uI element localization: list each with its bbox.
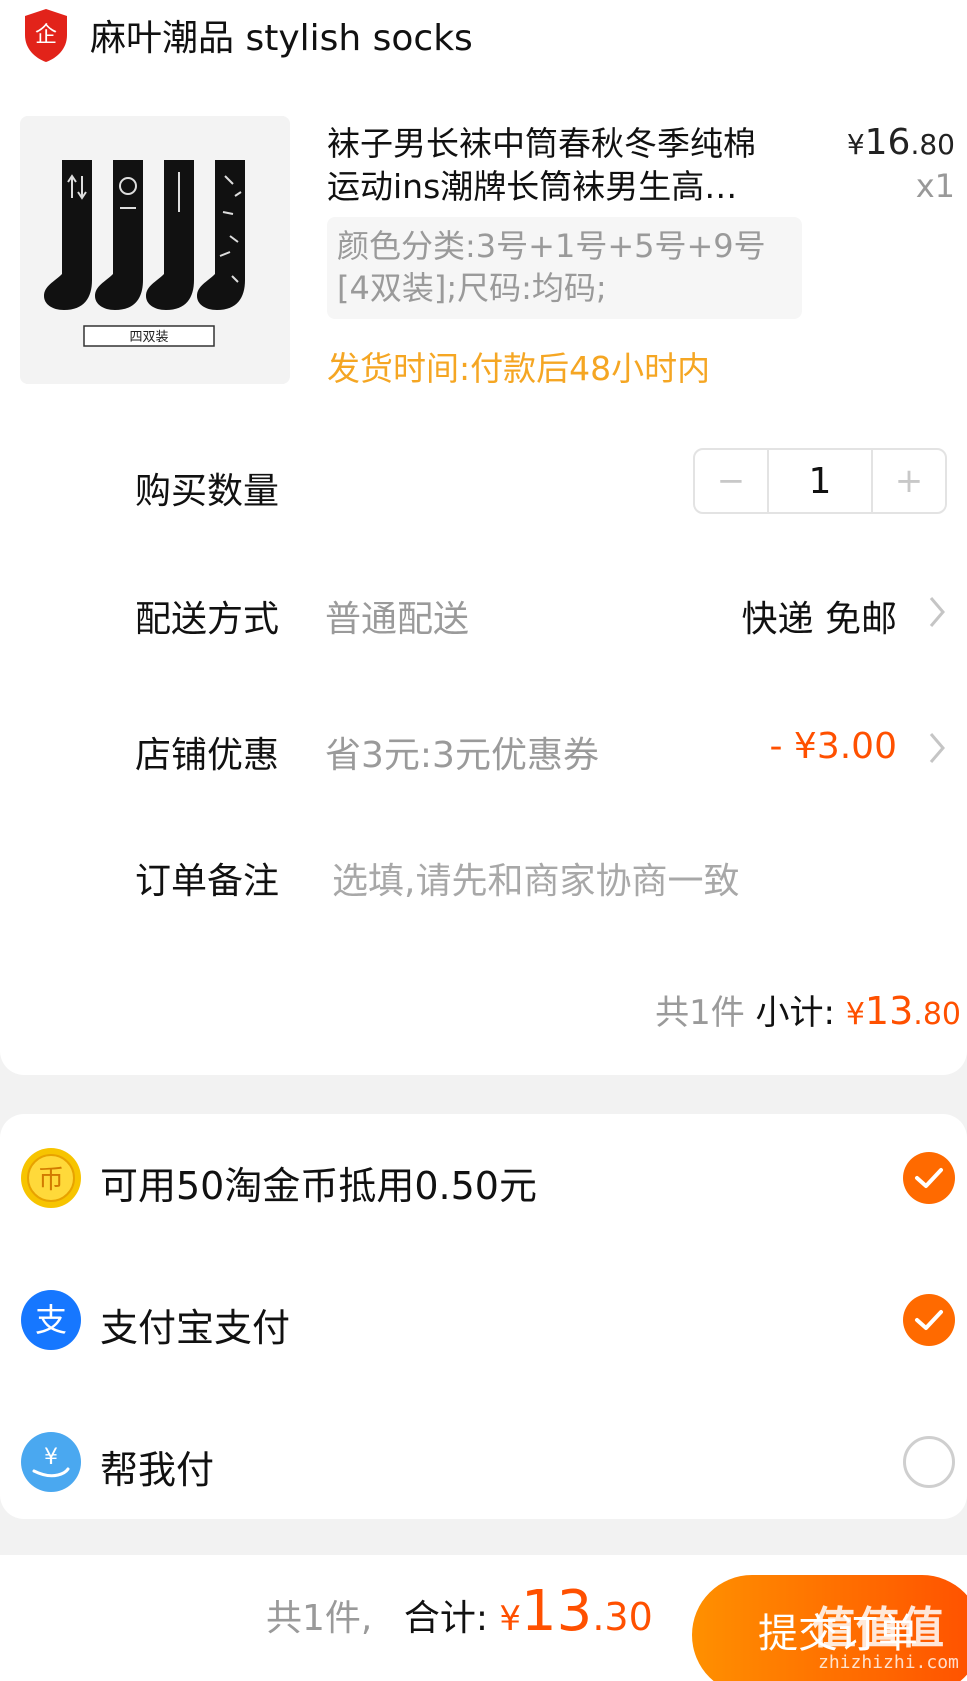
svg-text:¥: ¥: [44, 1445, 58, 1470]
delivery-method: 普通配送: [325, 599, 470, 640]
image-caption: 四双装: [129, 330, 168, 345]
watermark-logo: 值值值: [812, 1603, 944, 1654]
product-title[interactable]: 袜子男长袜中筒春秋冬季纯棉 运动ins潮牌长筒袜男生高…: [327, 122, 797, 208]
subtotal-decimal: .80: [913, 997, 961, 1032]
price-decimal: .80: [910, 128, 955, 161]
checkmark-icon: [915, 1310, 943, 1330]
order-note-label: 订单备注: [135, 861, 280, 902]
checked-radio[interactable]: [903, 1294, 955, 1346]
quantity-label: 购买数量: [135, 471, 280, 512]
order-note-input[interactable]: 选填,请先和商家协商一致: [332, 852, 739, 904]
shop-name[interactable]: 麻叶潮品 stylish socks: [90, 9, 473, 61]
quantity-stepper[interactable]: − 1 +: [693, 448, 947, 514]
quantity-value[interactable]: 1: [767, 450, 873, 512]
payment-option-label: 可用50淘金币抵用0.50元: [100, 1164, 537, 1208]
decrease-button[interactable]: −: [695, 450, 767, 512]
subtotal-int: 13: [864, 989, 914, 1033]
svg-text:支: 支: [35, 1301, 67, 1339]
checked-radio[interactable]: [903, 1152, 955, 1204]
payment-option-label: 支付宝支付: [100, 1306, 291, 1350]
delivery-label: 配送方式: [135, 599, 280, 640]
taojinbi-coin-icon: 币: [21, 1148, 81, 1208]
payment-card: 币 可用50淘金币抵用0.50元 支 支付宝支付 ¥ 帮我付: [0, 1114, 967, 1519]
sku-line2: [4双装];尺码:均码;: [337, 269, 607, 307]
unchecked-radio[interactable]: [903, 1436, 955, 1488]
svg-text:币: 币: [38, 1165, 64, 1195]
payment-option-label: 帮我付: [100, 1448, 215, 1492]
payment-option-help-pay[interactable]: ¥ 帮我付: [0, 1412, 967, 1512]
product-title-line1: 袜子男长袜中筒春秋冬季纯棉: [327, 124, 756, 163]
subtotal-label: 小计:: [755, 993, 836, 1033]
ship-time: 发货时间:付款后48小时内: [327, 349, 711, 388]
alipay-icon: 支: [21, 1290, 81, 1350]
payment-option-alipay[interactable]: 支 支付宝支付: [0, 1270, 967, 1370]
shop-header[interactable]: 企 麻叶潮品 stylish socks: [22, 5, 473, 65]
chevron-right-icon: [929, 597, 945, 627]
price-symbol: ¥: [846, 128, 865, 161]
subtotal-symbol: ¥: [845, 997, 865, 1032]
shop-discount-value: - ¥3.00: [769, 726, 898, 767]
total-label: 合计:: [403, 1598, 488, 1639]
product-title-line2: 运动ins潮牌长筒袜男生高…: [327, 167, 738, 206]
total-symbol: ¥: [499, 1599, 522, 1639]
sku-selector[interactable]: 颜色分类:3号+1号+5号+9号 [4双装];尺码:均码;: [327, 217, 802, 319]
subtotal-count: 共1件: [655, 993, 745, 1033]
price-int: 16: [864, 122, 911, 163]
sku-line1: 颜色分类:3号+1号+5号+9号: [337, 227, 766, 265]
subtotal: 共1件 小计: ¥13.80: [655, 985, 961, 1034]
delivery-value: 快递 免邮: [741, 599, 897, 640]
total-count: 共1件,: [266, 1598, 373, 1639]
order-total: 共1件, 合计: ¥13.30: [266, 1579, 653, 1644]
shop-shield-icon: 企: [25, 9, 67, 62]
help-me-pay-icon: ¥: [21, 1432, 81, 1492]
chevron-right-icon: [929, 733, 945, 763]
shop-discount-label: 店铺优惠: [135, 735, 280, 776]
shop-discount-detail: 省3元:3元优惠券: [325, 735, 599, 776]
unit-price: ¥16.80: [847, 122, 955, 163]
shop-badge-char: 企: [35, 23, 57, 48]
total-int: 13: [521, 1579, 593, 1644]
item-quantity: x1: [915, 167, 955, 205]
watermark-url: zhizhizhi.com: [818, 1652, 959, 1673]
socks-image: 四双装: [20, 116, 290, 384]
product-price: ¥16.80 x1: [847, 122, 955, 205]
order-card: 企 麻叶潮品 stylish socks 四双装 袜子男长袜中筒春秋冬季纯棉 运…: [0, 0, 967, 1075]
product-image[interactable]: 四双装: [20, 116, 290, 384]
payment-option-coins[interactable]: 币 可用50淘金币抵用0.50元: [0, 1128, 967, 1228]
checkmark-icon: [915, 1168, 943, 1188]
total-decimal: .30: [592, 1595, 653, 1639]
increase-button[interactable]: +: [873, 450, 945, 512]
